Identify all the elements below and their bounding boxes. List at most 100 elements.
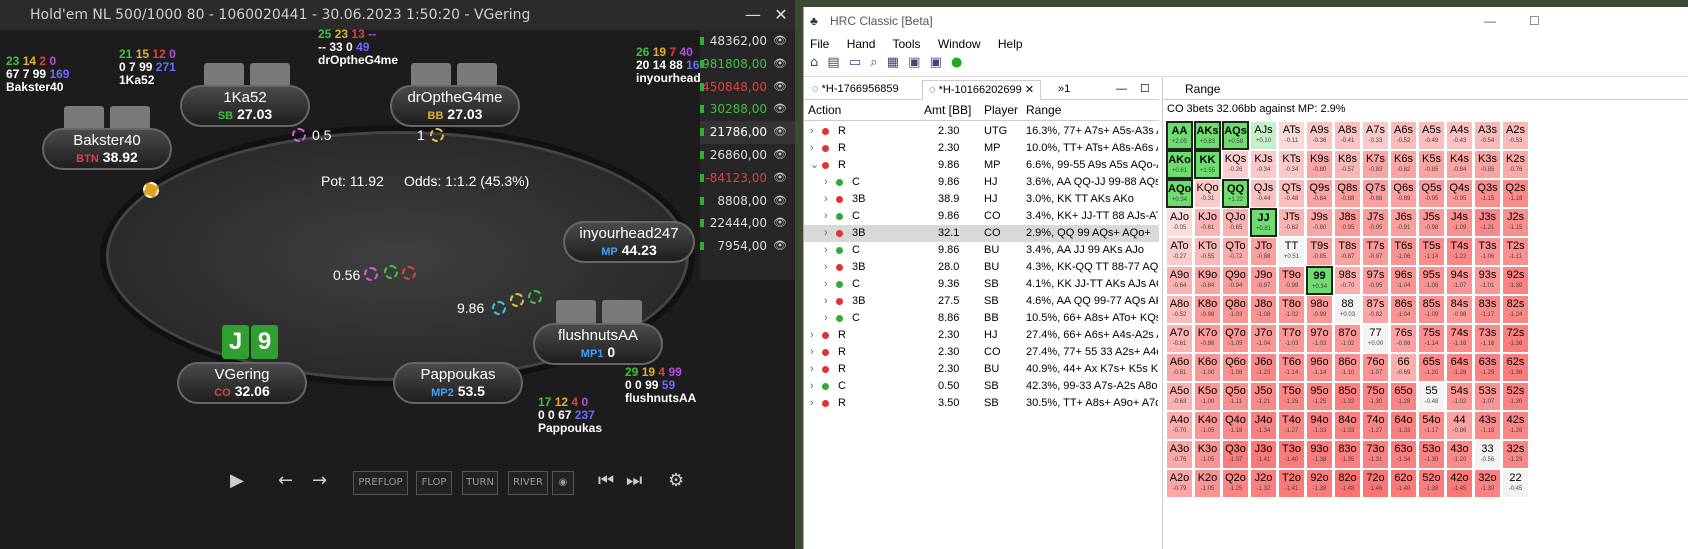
- hand-cell-K7s[interactable]: K7s -0.83: [1362, 150, 1389, 179]
- hand-cell-AKs[interactable]: AKs +0.83: [1194, 121, 1221, 150]
- result-row[interactable]: 7954,00 👁: [700, 235, 795, 258]
- hand-cell-66[interactable]: 66 -0.69: [1390, 353, 1417, 382]
- hand-cell-83o[interactable]: 83o -1.35: [1334, 440, 1361, 469]
- result-row[interactable]: 26860,00 👁: [700, 144, 795, 167]
- hand-cell-42s[interactable]: 42s -1.26: [1502, 411, 1529, 440]
- hand-cell-62s[interactable]: 62s -1.38: [1502, 353, 1529, 382]
- hand-cell-K3o[interactable]: K3o -1.05: [1194, 440, 1221, 469]
- hand-cell-K4o[interactable]: K4o -1.05: [1194, 411, 1221, 440]
- hand-cell-95s[interactable]: 95s -1.08: [1418, 266, 1445, 295]
- menu-help[interactable]: Help: [998, 37, 1023, 51]
- hand-cell-J7o[interactable]: J7o -1.04: [1250, 324, 1277, 353]
- player-plate-inyourhead247[interactable]: inyourhead247 MP 44.23: [563, 221, 695, 263]
- hand-cell-K9s[interactable]: K9s -0.80: [1306, 150, 1333, 179]
- hand-cell-75s[interactable]: 75s -1.14: [1418, 324, 1445, 353]
- hand-cell-ATo[interactable]: ATo -0.27: [1166, 237, 1193, 266]
- hand-cell-J4o[interactable]: J4o -1.34: [1250, 411, 1277, 440]
- hand-cell-AKo[interactable]: AKo +0.61: [1166, 150, 1193, 179]
- hand-cell-J5s[interactable]: J5s -0.98: [1418, 208, 1445, 237]
- hand-cell-QQ[interactable]: QQ +1.22: [1222, 179, 1249, 208]
- hand-cell-85o[interactable]: 85o -1.32: [1334, 382, 1361, 411]
- player-plate-pappoukas[interactable]: Pappoukas MP2 53.5: [393, 362, 523, 404]
- action-row[interactable]: › C 0.50 SB 42.3%, 99-33 A7s-A2s A8o: [804, 378, 1159, 395]
- hand-cell-72s[interactable]: 72s -1.36: [1502, 324, 1529, 353]
- hand-cell-K5o[interactable]: K5o -1.00: [1194, 382, 1221, 411]
- hand-cell-33[interactable]: 33 -0.56: [1474, 440, 1501, 469]
- chevron-right-icon[interactable]: ›: [824, 191, 828, 208]
- hand-cell-A8s[interactable]: A8s -0.41: [1334, 121, 1361, 150]
- settings-gear-icon[interactable]: ⚙: [668, 470, 684, 491]
- action-row[interactable]: › R 2.30 HJ 27.4%, 66+ A6s+ A4s-A2s A: [804, 327, 1159, 344]
- hand-cell-63o[interactable]: 63o -1.34: [1390, 440, 1417, 469]
- hand-cell-J2s[interactable]: J2s -1.15: [1502, 208, 1529, 237]
- hand-cell-A7o[interactable]: A7o -0.61: [1166, 324, 1193, 353]
- hand-cell-94o[interactable]: 94o -1.33: [1306, 411, 1333, 440]
- hud-stats-bakster40[interactable]: 23 14 2 0 67 7 99 169 Bakster40: [6, 55, 69, 94]
- maximize-pane-icon[interactable]: ☐: [1134, 80, 1156, 100]
- result-row[interactable]: 48362,00 👁: [700, 30, 795, 53]
- hand-cell-J6o[interactable]: J6o -1.23: [1250, 353, 1277, 382]
- hand-cell-A6o[interactable]: A6o -0.81: [1166, 353, 1193, 382]
- tab-overflow[interactable]: »1: [1052, 80, 1076, 100]
- hand-cell-A4o[interactable]: A4o -0.70: [1166, 411, 1193, 440]
- hand-cell-65o[interactable]: 65o -1.28: [1390, 382, 1417, 411]
- action-row[interactable]: › 3B 38.9 HJ 3.0%, KK TT AKs AKo: [804, 191, 1159, 208]
- hand-cell-73s[interactable]: 73s -1.16: [1474, 324, 1501, 353]
- tab-hand-1[interactable]: ◌ *H-1766956859: [806, 80, 905, 100]
- hand-cell-KJo[interactable]: KJo -0.61: [1194, 208, 1221, 237]
- hand-cell-A3o[interactable]: A3o -0.76: [1166, 440, 1193, 469]
- minimize-icon[interactable]: —: [740, 0, 766, 30]
- hud-stats-flushnutsaa[interactable]: 29 19 4 99 0 0 99 59 flushnutsAA: [625, 366, 696, 405]
- hand-cell-T7o[interactable]: T7o -1.03: [1278, 324, 1305, 353]
- hand-cell-32o[interactable]: 32o -1.30: [1474, 469, 1501, 498]
- hand-cell-T4o[interactable]: T4o -1.27: [1278, 411, 1305, 440]
- hand-cell-44[interactable]: 44 -0.86: [1446, 411, 1473, 440]
- chevron-right-icon[interactable]: ›: [810, 395, 814, 412]
- hand-cell-T5s[interactable]: T5s -1.14: [1418, 237, 1445, 266]
- hand-cell-72o[interactable]: 72o -1.46: [1362, 469, 1389, 498]
- hand-cell-Q8s[interactable]: Q8s -0.88: [1334, 179, 1361, 208]
- chevron-right-icon[interactable]: ›: [810, 327, 814, 344]
- hand-cell-Q4o[interactable]: Q4o -1.18: [1222, 411, 1249, 440]
- play-icon[interactable]: ▶: [230, 470, 244, 491]
- hand-cell-J2o[interactable]: J2o -1.32: [1250, 469, 1277, 498]
- save-all-icon[interactable]: ▣: [930, 55, 942, 70]
- hand-cell-92s[interactable]: 92s -1.30: [1502, 266, 1529, 295]
- hand-cell-Q3s[interactable]: Q3s -1.15: [1474, 179, 1501, 208]
- hand-cell-82s[interactable]: 82s -1.24: [1502, 295, 1529, 324]
- chevron-right-icon[interactable]: ›: [824, 276, 828, 293]
- new-icon[interactable]: ▤: [827, 55, 839, 70]
- hand-cell-76s[interactable]: 76s -0.86: [1390, 324, 1417, 353]
- action-row[interactable]: › R 2.30 UTG 16.3%, 77+ A7s+ A5s-A3s A: [804, 123, 1159, 140]
- hand-cell-64s[interactable]: 64s -1.28: [1446, 353, 1473, 382]
- action-row[interactable]: › 3B 27.5 SB 4.6%, AA QQ 99-77 AQs AK: [804, 293, 1159, 310]
- hand-cell-K8s[interactable]: K8s -0.57: [1334, 150, 1361, 179]
- hand-cell-T9o[interactable]: T9o -0.98: [1278, 266, 1305, 295]
- col-player[interactable]: Player: [984, 103, 1018, 117]
- step-forward-icon[interactable]: →: [312, 470, 327, 491]
- hand-cell-T2o[interactable]: T2o -1.41: [1278, 469, 1305, 498]
- hand-cell-Q6o[interactable]: Q6o -1.08: [1222, 353, 1249, 382]
- hand-cell-43o[interactable]: 43o -1.20: [1446, 440, 1473, 469]
- hand-cell-KJs[interactable]: KJs -0.34: [1250, 150, 1277, 179]
- hand-cell-52s[interactable]: 52s -1.30: [1502, 382, 1529, 411]
- save-icon[interactable]: ▣: [908, 55, 920, 70]
- hand-cell-95o[interactable]: 95o -1.25: [1306, 382, 1333, 411]
- chart-icon[interactable]: ▦: [887, 55, 899, 70]
- chevron-right-icon[interactable]: ›: [824, 293, 828, 310]
- hand-cell-AQs[interactable]: AQs +0.58: [1222, 121, 1249, 150]
- hand-cell-83s[interactable]: 83s -1.17: [1474, 295, 1501, 324]
- hand-cell-ATs[interactable]: ATs -0.11: [1278, 121, 1305, 150]
- chevron-right-icon[interactable]: ›: [824, 208, 828, 225]
- menu-hand[interactable]: Hand: [847, 37, 876, 51]
- chevron-right-icon[interactable]: ›: [824, 242, 828, 259]
- chevron-right-icon[interactable]: ›: [810, 344, 814, 361]
- hud-stats-pappoukas[interactable]: 17 12 4 0 0 0 67 237 Pappoukas: [538, 396, 602, 435]
- col-action[interactable]: Action: [808, 103, 841, 117]
- hand-cell-96o[interactable]: 96o -1.14: [1306, 353, 1333, 382]
- hand-cell-76o[interactable]: 76o -1.07: [1362, 353, 1389, 382]
- tab-hand-2[interactable]: ◌ *H-10166202699 ✕: [922, 80, 1042, 100]
- hand-cell-53s[interactable]: 53s -1.07: [1474, 382, 1501, 411]
- chevron-right-icon[interactable]: ›: [810, 378, 814, 395]
- hand-cell-98s[interactable]: 98s -0.70: [1334, 266, 1361, 295]
